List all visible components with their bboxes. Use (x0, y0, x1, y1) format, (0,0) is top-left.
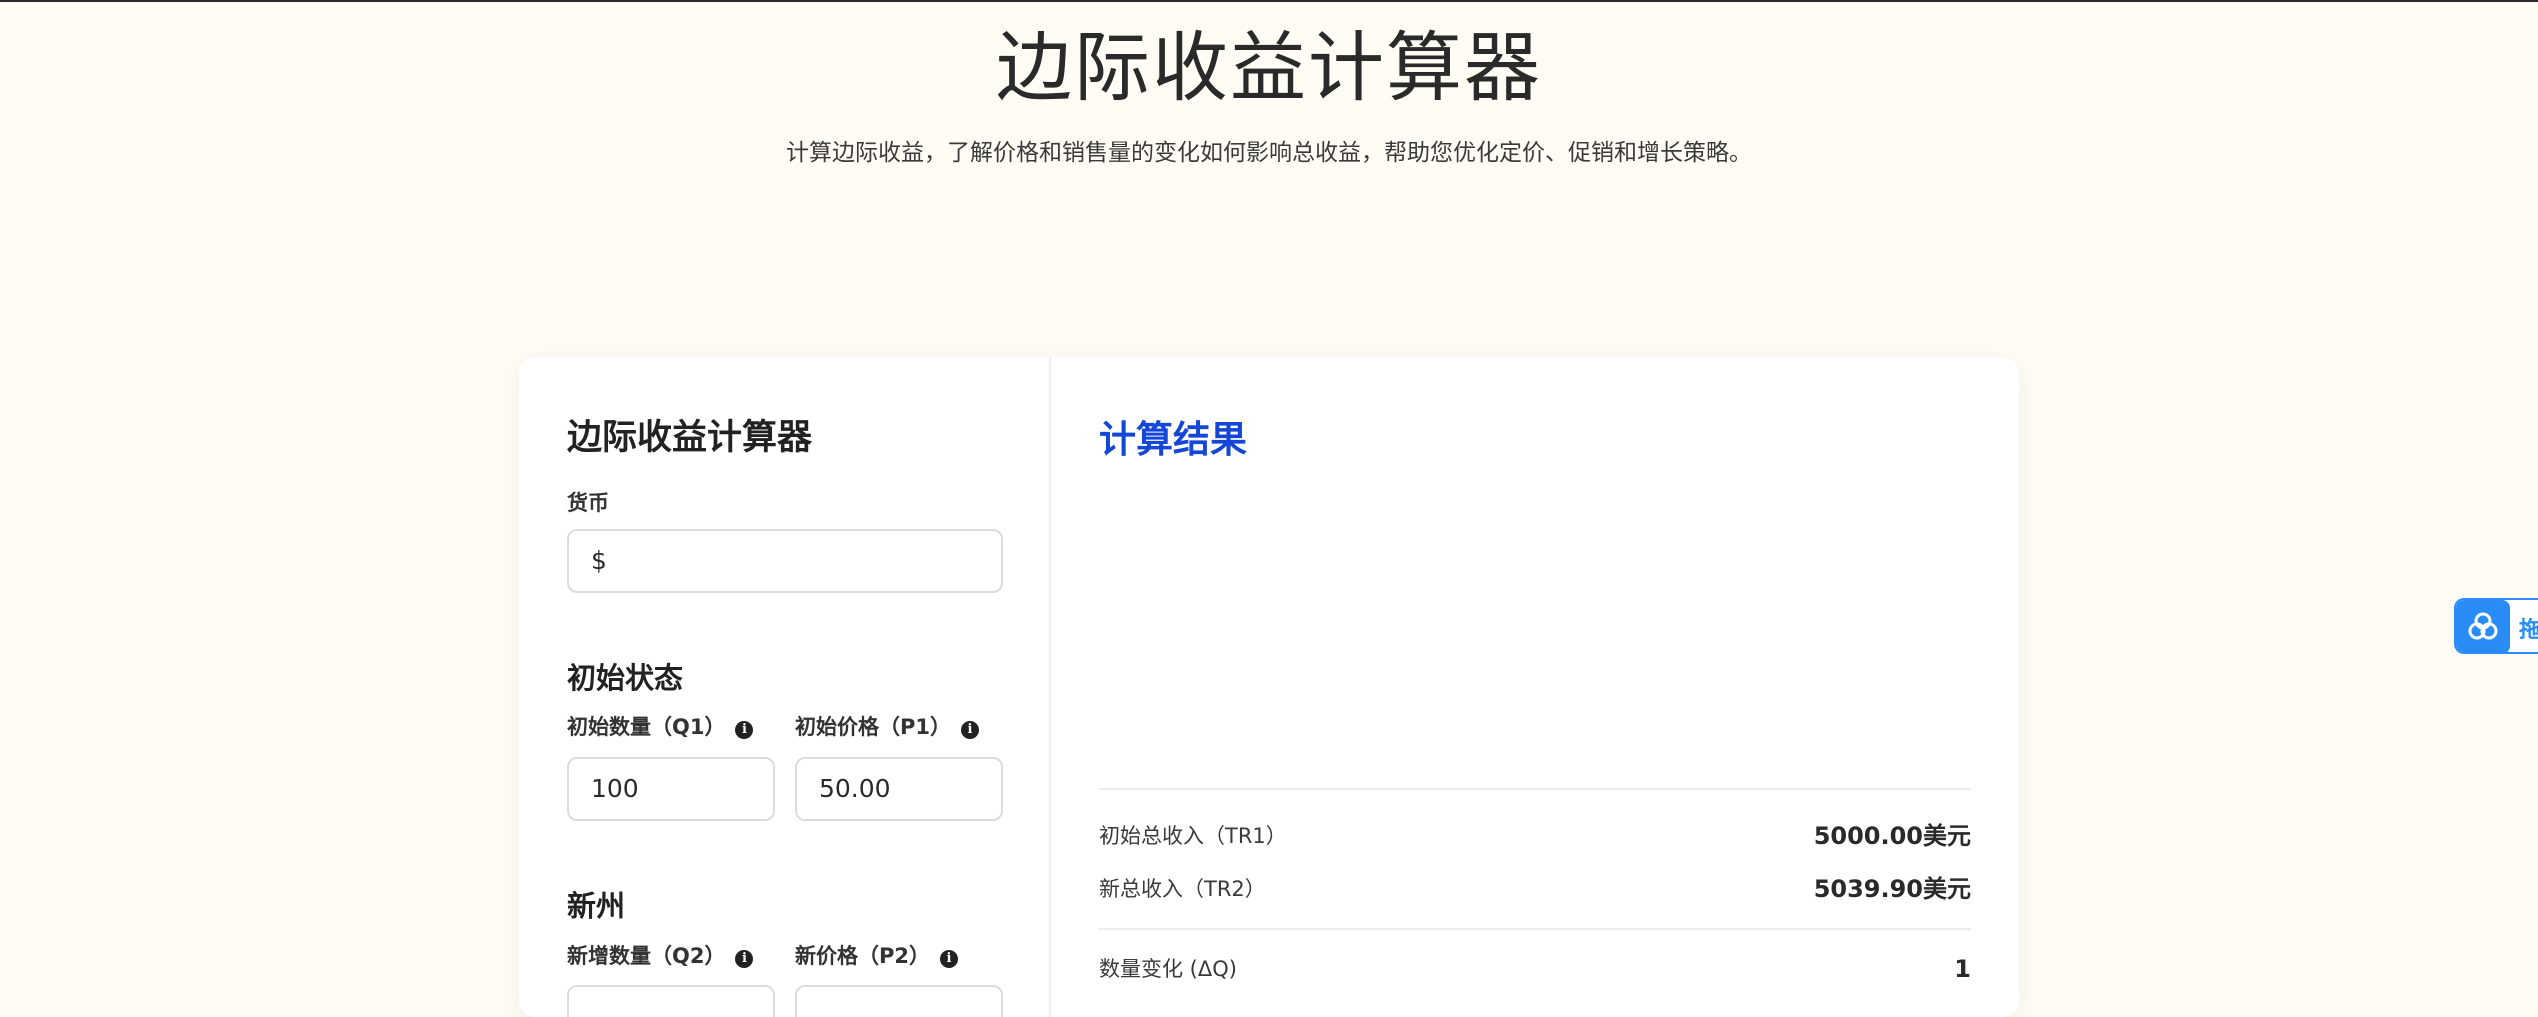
initial-price-input[interactable]: 50.00 (795, 757, 1003, 821)
input-panel: 边际收益计算器 货币 $ 初始状态 初始数量（Q1） i 100 初始价格（P1）… (519, 357, 1051, 1017)
new-quantity-label: 新增数量（Q2） i (567, 940, 754, 970)
initial-quantity-label-text: 初始数量（Q1） (567, 715, 726, 739)
result-value: 1 (1954, 955, 1971, 983)
result-row: 新总收入（TR2） 5039.90美元 (1099, 869, 1971, 909)
calculator-card: 边际收益计算器 货币 $ 初始状态 初始数量（Q1） i 100 初始价格（P1）… (519, 357, 2019, 1017)
currency-label: 货币 (567, 487, 609, 517)
info-icon[interactable]: i (735, 950, 754, 968)
initial-price-label: 初始价格（P1） i (795, 711, 980, 741)
result-row: 初始总收入（TR1） 5000.00美元 (1099, 816, 1971, 856)
results-divider (1099, 928, 1971, 930)
result-value: 5000.00美元 (1813, 822, 1971, 850)
currency-input[interactable]: $ (567, 529, 1003, 593)
page-title: 边际收益计算器 (996, 23, 1542, 112)
new-price-input[interactable] (795, 985, 1003, 1017)
side-widget-label: 拖 (2519, 612, 2538, 644)
new-quantity-input[interactable] (567, 985, 775, 1017)
initial-section-title: 初始状态 (567, 661, 684, 695)
results-title: 计算结果 (1099, 418, 1247, 461)
result-value: 5039.90美元 (1813, 875, 1971, 903)
initial-quantity-label: 初始数量（Q1） i (567, 711, 754, 741)
currency-label-text: 货币 (567, 491, 609, 515)
result-row: 数量变化 (ΔQ) 1 (1099, 949, 1971, 989)
result-label: 新总收入（TR2） (1099, 877, 1266, 901)
new-quantity-label-text: 新增数量（Q2） (567, 944, 726, 968)
initial-quantity-input[interactable]: 100 (567, 757, 775, 821)
cloud-logo-icon (2456, 600, 2510, 652)
info-icon[interactable]: i (961, 721, 980, 739)
info-icon[interactable]: i (735, 721, 754, 739)
new-section-title: 新州 (567, 889, 626, 923)
new-price-label: 新价格（P2） i (795, 940, 959, 970)
results-divider (1099, 788, 1971, 790)
result-label: 初始总收入（TR1） (1099, 824, 1287, 848)
info-icon[interactable]: i (940, 950, 959, 968)
side-drag-widget[interactable]: 拖 (2454, 598, 2538, 654)
new-price-label-text: 新价格（P2） (795, 944, 931, 968)
top-border (0, 0, 2538, 2)
initial-price-label-text: 初始价格（P1） (795, 715, 952, 739)
calculator-title: 边际收益计算器 (567, 418, 813, 458)
page-subtitle: 计算边际收益，了解价格和销售量的变化如何影响总收益，帮助您优化定价、促销和增长策… (786, 140, 1752, 166)
result-label: 数量变化 (ΔQ) (1099, 957, 1237, 981)
results-panel: 计算结果 初始总收入（TR1） 5000.00美元 新总收入（TR2） 5039… (1051, 357, 2019, 1017)
